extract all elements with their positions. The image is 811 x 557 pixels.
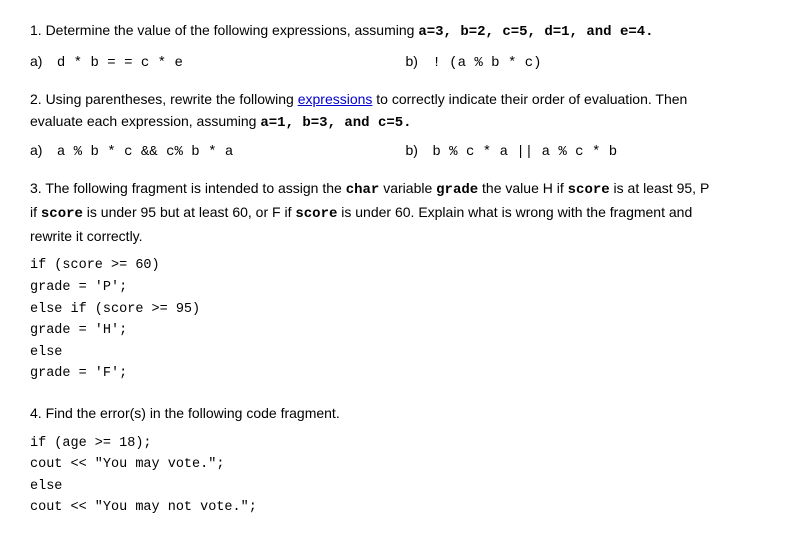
q3-grade-word: grade — [436, 182, 478, 198]
q2-title-start: 2. Using parentheses, rewrite the follow… — [30, 91, 298, 107]
question-1: 1. Determine the value of the following … — [30, 20, 781, 71]
q3-code-line-5: grade = 'F'; — [30, 363, 781, 385]
q3-title-start: 3. The following fragment is intended to… — [30, 180, 346, 196]
q3-score3: score — [295, 206, 337, 222]
q2-b-expr: b % c * a || a % c * b — [432, 144, 617, 160]
q3-line3: rewrite it correctly. — [30, 228, 143, 244]
q2-parts: a) a % b * c && c% b * a b) b % c * a ||… — [30, 142, 781, 160]
q3-title-mid3: is at least 95, P — [610, 180, 710, 196]
q2-part-a: a) a % b * c && c% b * a — [30, 142, 406, 160]
q3-code-line-0: if (score >= 60) — [30, 255, 781, 277]
q3-title-mid1: variable — [379, 180, 436, 196]
q2-part-b: b) b % c * a || a % c * b — [406, 142, 782, 160]
q3-code-line-3: grade = 'H'; — [30, 320, 781, 342]
q1-b-label: b) — [406, 53, 418, 69]
q3-code-line-4: else — [30, 342, 781, 364]
q3-line2-start: if — [30, 204, 41, 220]
q1-a-expr: d * b = = c * e — [57, 55, 183, 71]
q2-title-vars: a=1, b=3, and c=5. — [260, 115, 411, 131]
q1-title: 1. Determine the value of the following … — [30, 20, 781, 43]
q2-a-label: a) — [30, 142, 42, 158]
q3-line2-mid: is under 95 but at least 60, or F if — [83, 204, 295, 220]
q4-code-line-2: else — [30, 476, 781, 498]
q3-score2: score — [41, 206, 83, 222]
q1-b-expr: ! (a % b * c) — [432, 55, 541, 71]
q1-part-b: b) ! (a % b * c) — [406, 53, 782, 71]
q1-title-text: 1. Determine the value of the following … — [30, 22, 418, 38]
q4-title-text: 4. Find the error(s) in the following co… — [30, 405, 340, 421]
q3-code: if (score >= 60) grade = 'P'; else if (s… — [30, 255, 781, 385]
q3-title: 3. The following fragment is intended to… — [30, 178, 781, 247]
question-4: 4. Find the error(s) in the following co… — [30, 403, 781, 519]
q4-title: 4. Find the error(s) in the following co… — [30, 403, 781, 425]
q1-a-label: a) — [30, 53, 42, 69]
q4-code-line-0: if (age >= 18); — [30, 433, 781, 455]
question-3: 3. The following fragment is intended to… — [30, 178, 781, 385]
q4-code-line-3: cout << "You may not vote."; — [30, 497, 781, 519]
q2-title-line2: evaluate each expression, assuming — [30, 113, 260, 129]
q3-code-line-1: grade = 'P'; — [30, 277, 781, 299]
question-2: 2. Using parentheses, rewrite the follow… — [30, 89, 781, 160]
q1-vars: a=3, b=2, c=5, d=1, and e=4. — [418, 24, 653, 40]
q3-char-word: char — [346, 182, 380, 198]
q1-part-a: a) d * b = = c * e — [30, 53, 406, 71]
q3-code-line-2: else if (score >= 95) — [30, 299, 781, 321]
q2-title-link: expressions — [298, 91, 373, 107]
q2-b-label: b) — [406, 142, 418, 158]
q2-title: 2. Using parentheses, rewrite the follow… — [30, 89, 781, 134]
q2-title-mid: to correctly indicate their order of eva… — [372, 91, 687, 107]
q2-a-expr: a % b * c && c% b * a — [57, 144, 233, 160]
q3-line2-end: is under 60. Explain what is wrong with … — [337, 204, 692, 220]
q3-title-mid2: the value H if — [478, 180, 568, 196]
q3-score1: score — [568, 182, 610, 198]
q1-parts: a) d * b = = c * e b) ! (a % b * c) — [30, 53, 781, 71]
q4-code-line-1: cout << "You may vote."; — [30, 454, 781, 476]
q4-code: if (age >= 18); cout << "You may vote.";… — [30, 433, 781, 519]
